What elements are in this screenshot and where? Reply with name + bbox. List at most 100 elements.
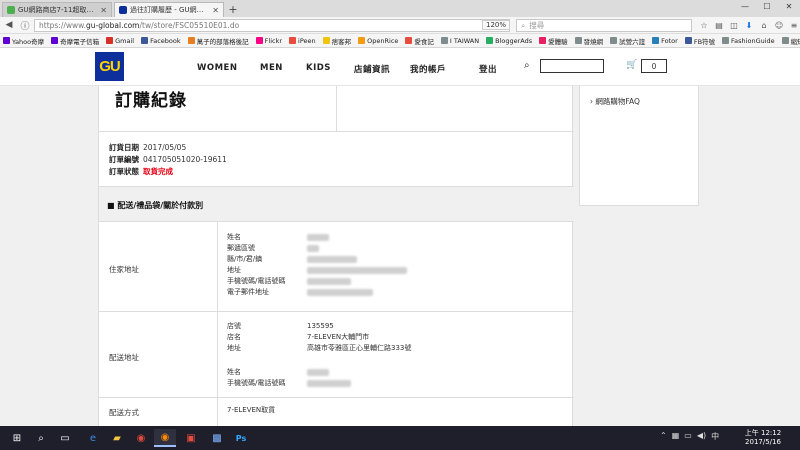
browser-tab-2[interactable]: 過往訂購履歷 - GU網路商店 ✕ [114, 2, 224, 17]
bookmark-item[interactable]: FashionGuide [722, 37, 775, 45]
bookmark-item[interactable]: 愛食記 [405, 36, 434, 46]
bookmark-item[interactable]: FB符號 [684, 36, 715, 46]
taskbar: ⊞ ⌕ ▭ e ▰ ◉ ◉ ▣ ▩ Ps ⌃ ▦ ▭ ◀) 中 上午 12:12… [0, 426, 800, 450]
section-title: ■ 配送/禮品袋/關於付款別 [107, 201, 204, 210]
bookmark-item[interactable]: 發燒網 [574, 36, 603, 46]
search-icon[interactable]: ⌕ [524, 60, 530, 71]
bookmark-item[interactable]: 試營六誼 [610, 36, 645, 46]
tab-title: 過往訂購履歷 - GU網路商店 [130, 6, 210, 14]
section-title-text: 配送/禮品袋/關於付款別 [117, 201, 204, 210]
bookmark-label: OpenRice [367, 36, 399, 45]
close-window-icon[interactable]: ✕ [778, 0, 800, 13]
nav-women[interactable]: WOMEN [197, 63, 237, 73]
browser-search-field[interactable]: ⌕ 搜尋 [516, 19, 692, 32]
reading-list-icon[interactable]: ▤ [713, 19, 725, 32]
bookmark-item[interactable]: Gmail [106, 37, 134, 45]
bookmark-label: FashionGuide [731, 36, 775, 45]
zoom-level[interactable]: 120% [482, 20, 511, 30]
bookmark-item[interactable]: BloggerAds [486, 37, 532, 45]
download-icon[interactable]: ⬇ [743, 19, 755, 32]
bookmark-item[interactable]: Fotor [652, 37, 678, 45]
photoshop-icon[interactable]: Ps [230, 429, 252, 447]
bookmark-item[interactable]: 愛體驗 [539, 36, 568, 46]
redacted-email [307, 289, 373, 296]
bookmark-item[interactable]: Yahoo奇摩 [3, 36, 44, 46]
url-host: gu-global.com [85, 21, 140, 30]
postal-code-field-label: 郵遞區號 [227, 244, 255, 252]
photos-icon[interactable]: ▩ [206, 429, 228, 447]
input-language[interactable]: 中 [711, 431, 719, 442]
store-address-label: 地址 [227, 344, 241, 352]
bookmark-item[interactable]: Flickr [255, 37, 282, 45]
folder-icon[interactable]: ▰ [106, 429, 128, 447]
bookmark-item[interactable]: I TAIWAN [440, 37, 479, 45]
clock[interactable]: 上午 12:12 2017/5/16 [740, 429, 786, 447]
menu-icon[interactable]: ≡ [788, 19, 800, 32]
tab-favicon-icon [7, 6, 15, 14]
star-icon[interactable]: ☆ [698, 19, 710, 32]
edge-icon[interactable]: e [82, 429, 104, 447]
tab-favicon-icon [119, 6, 127, 14]
bookmark-item[interactable]: 縮短網址產出器 [781, 36, 800, 46]
recipient-name-label: 姓名 [227, 368, 241, 376]
nav-kids[interactable]: KIDS [306, 63, 331, 73]
home-icon[interactable]: ⌂ [758, 19, 770, 32]
media-icon[interactable]: ▣ [180, 429, 202, 447]
order-status-value: 取貨完成 [143, 167, 173, 176]
smiley-icon[interactable]: ☺ [773, 19, 785, 32]
nav-men[interactable]: MEN [260, 63, 283, 73]
tray-chevron-icon[interactable]: ⌃ [660, 431, 667, 442]
faq-link[interactable]: › 網路購物FAQ [590, 96, 640, 107]
bookmark-favicon-icon [539, 37, 547, 44]
search-icon[interactable]: ⌕ [30, 429, 52, 447]
cart-icon[interactable]: 🛒 [626, 60, 637, 70]
minimize-icon[interactable]: — [734, 0, 756, 13]
info-icon[interactable]: ⓘ [18, 18, 32, 32]
new-tab-button[interactable]: + [226, 2, 240, 17]
bookmark-item[interactable]: Facebook [141, 37, 181, 45]
pocket-icon[interactable]: ◫ [728, 19, 740, 32]
task-view-icon[interactable]: ▭ [54, 429, 76, 447]
redacted-phone [307, 278, 351, 285]
nav-my-account[interactable]: 我的帳戶 [410, 63, 446, 75]
store-name-label: 店名 [227, 333, 241, 341]
close-tab-icon[interactable]: ✕ [212, 6, 219, 15]
bookmark-item[interactable]: iPeen [289, 37, 316, 45]
battery-icon[interactable]: ▭ [684, 431, 692, 442]
bookmark-label: 縮短網址產出器 [790, 37, 800, 46]
bookmark-item[interactable]: 痞客邦 [322, 36, 351, 46]
chrome-icon[interactable]: ◉ [130, 429, 152, 447]
nav-logout[interactable]: 登出 [479, 63, 497, 75]
bookmark-favicon-icon [652, 37, 660, 44]
address-bar[interactable]: https://www. gu-global.com/tw/store/FSC05… [34, 19, 510, 32]
browser-tab-1[interactable]: GU網路商店7-11超取免運活動 ✕ [2, 2, 112, 17]
maximize-icon[interactable]: ☐ [756, 0, 778, 13]
bookmark-favicon-icon [141, 37, 149, 44]
site-search-input[interactable] [540, 59, 604, 73]
windows-start-icon[interactable]: ⊞ [6, 429, 28, 447]
nav-store-info[interactable]: 店鋪資訊 [354, 63, 390, 75]
bookmark-favicon-icon [486, 37, 494, 44]
bookmark-item[interactable]: 奇摩電子信箱 [51, 36, 99, 46]
page-title: 訂購紀錄 [115, 91, 187, 111]
cart-count[interactable]: 0 [641, 59, 667, 73]
redacted-city [307, 256, 357, 263]
bookmark-label: 萬子的部落格後記 [196, 37, 249, 46]
delivery-address-row: 配送地址 店號 135595 店名 7-ELEVEN大輔門市 地址 高雄市苓雅區… [99, 312, 574, 398]
bookmark-item[interactable]: 萬子的部落格後記 [187, 36, 249, 46]
title-box: 訂購紀錄 [99, 86, 336, 131]
bookmark-label: iPeen [298, 36, 316, 45]
bookmark-favicon-icon [322, 37, 330, 44]
bookmark-item[interactable]: OpenRice [358, 37, 398, 45]
gu-logo[interactable]: GU [95, 52, 124, 81]
network-icon[interactable]: ▦ [672, 431, 680, 442]
search-placeholder: 搜尋 [529, 21, 545, 30]
back-icon[interactable]: ◀ [2, 18, 16, 32]
close-tab-icon[interactable]: ✕ [100, 6, 107, 15]
firefox-icon[interactable]: ◉ [154, 429, 176, 447]
bookmark-label: 愛體驗 [548, 37, 568, 46]
bookmark-favicon-icon [255, 37, 263, 44]
order-number-label: 訂單編號 [109, 155, 139, 164]
volume-icon[interactable]: ◀) [697, 431, 706, 442]
page-body: 訂購紀錄 訂貨日期 2017/05/05 訂單編號 041705051020-1… [0, 86, 800, 426]
